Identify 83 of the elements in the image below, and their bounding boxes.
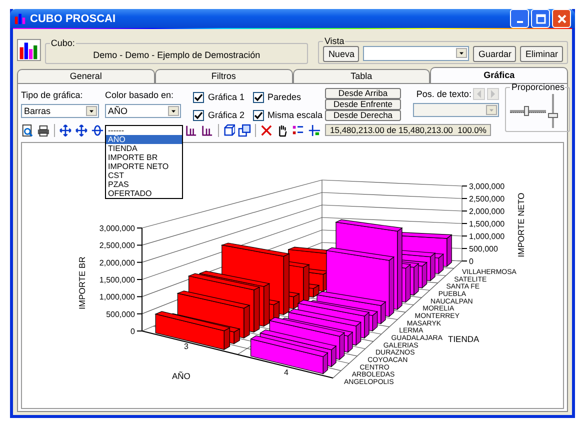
checkbox-label: Gráfica 2	[208, 110, 245, 120]
new-button[interactable]: Nueva	[323, 46, 360, 62]
axis-tick-label: 2,500,000	[469, 194, 505, 204]
chart-type-dropdown[interactable]: Barras	[21, 104, 99, 118]
minimize-icon	[516, 20, 522, 22]
axis-title: IMPORTE BR	[77, 256, 87, 310]
checkbox[interactable]	[252, 110, 264, 120]
rotate-icon[interactable]	[90, 124, 104, 136]
checkbox[interactable]	[193, 92, 204, 102]
checkbox[interactable]	[193, 110, 204, 120]
dropdown-option[interactable]: TIENDA	[106, 144, 182, 153]
bar-chart-icon	[17, 39, 41, 61]
dropdown-option[interactable]: IMPORTE NETO	[106, 162, 182, 171]
dropdown-option[interactable]: AÑO	[106, 135, 182, 144]
checkbox[interactable]	[252, 92, 264, 102]
field-label: Tipo de gráfica:	[21, 90, 84, 100]
axis-tick-label: 500,000	[469, 244, 498, 254]
color-by-dropdown[interactable]: AÑO	[105, 104, 181, 118]
axis-tick-label: 1,500,000	[99, 276, 135, 284]
move-arrows-icon[interactable]	[74, 124, 88, 136]
dropdown-option[interactable]: IMPORTE BR	[106, 153, 182, 162]
view-angle-button[interactable]: Desde Derecha	[325, 110, 401, 121]
axis-category-label: 4	[284, 368, 288, 377]
axis-tick-label: 3,000,000	[99, 224, 135, 233]
bar-chart-icon	[14, 12, 27, 25]
checkbox-label: Misma escala	[268, 110, 323, 120]
hand-icon[interactable]	[276, 124, 290, 136]
axis-title: IMPORTE NETO	[516, 192, 526, 258]
maximize-icon	[536, 14, 546, 24]
axis-title: TIENDA	[448, 334, 480, 344]
tab[interactable]: General	[17, 69, 155, 83]
checkbox-label: Gráfica 1	[208, 92, 245, 102]
slider-thumb[interactable]	[524, 106, 529, 116]
tab[interactable]: Tabla	[292, 69, 430, 83]
checkbox-label: Paredes	[268, 92, 302, 102]
status-text: 15,480,213.00 de 15,480,213.00 100.0%	[325, 124, 492, 136]
axis-category-label: 3	[184, 342, 188, 351]
move-arrows-icon[interactable]	[58, 124, 72, 136]
axis-tick-label: 2,500,000	[99, 241, 135, 250]
close-button[interactable]	[552, 9, 571, 28]
tab[interactable]: Gráfica	[430, 67, 568, 83]
axis-tick-label: 3,000,000	[469, 182, 505, 191]
cube-icon[interactable]	[222, 124, 236, 136]
axis-tick-label: 1,500,000	[469, 220, 505, 228]
field-label: Color basado en:	[105, 90, 175, 100]
axis-tick-label: 2,000,000	[469, 207, 505, 216]
x-mark-icon[interactable]	[260, 124, 274, 136]
axis-tick-label: 2,000,000	[99, 258, 135, 268]
axis-tick-label: 1,000,000	[469, 232, 505, 241]
group-label: Cubo:	[50, 38, 76, 48]
dropdown-option[interactable]: ------	[106, 126, 182, 135]
axis-icon[interactable]	[308, 124, 321, 136]
axis-tick-label: 0	[130, 327, 135, 336]
delete-button[interactable]: Eliminar	[520, 46, 563, 62]
minimize-button[interactable]	[510, 9, 529, 28]
axis-icon[interactable]	[200, 124, 214, 136]
view-angle-button[interactable]: Desde Arriba	[325, 88, 401, 99]
view-angle-button[interactable]: Desde Enfrente	[325, 99, 401, 110]
close-icon	[556, 14, 566, 24]
dropdown-option[interactable]: OFERTADO	[106, 189, 182, 198]
view-dropdown[interactable]	[363, 46, 470, 61]
group-label: Proporciones	[510, 82, 566, 92]
dropdown-option[interactable]: CST	[106, 171, 182, 180]
axis-title: AÑO	[172, 371, 190, 381]
right-triangle-icon	[489, 89, 498, 99]
dropdown-option[interactable]: PZAS	[106, 180, 182, 189]
maximize-button[interactable]	[531, 9, 550, 28]
axis-tick-label: 0	[469, 257, 474, 266]
slider-thumb[interactable]	[548, 113, 558, 118]
axis-icon[interactable]	[184, 124, 198, 136]
cube-icon[interactable]	[238, 124, 252, 136]
save-button[interactable]: Guardar	[473, 46, 516, 62]
axis-tick-label: 1,000,000	[99, 292, 135, 302]
print-icon[interactable]	[36, 124, 50, 136]
group-label: Vista	[323, 36, 346, 46]
cube-name: Demo - Demo - Ejemplo de Demostración	[93, 50, 260, 60]
legend-icon[interactable]	[292, 124, 306, 136]
print-preview-icon[interactable]	[21, 124, 34, 136]
axis-tick-label: 500,000	[106, 310, 135, 319]
window-title: CUBO PROSCAI	[30, 12, 117, 24]
tab[interactable]: Filtros	[154, 69, 292, 83]
left-triangle-icon	[475, 89, 484, 99]
field-label: Pos. de texto:	[416, 89, 472, 99]
